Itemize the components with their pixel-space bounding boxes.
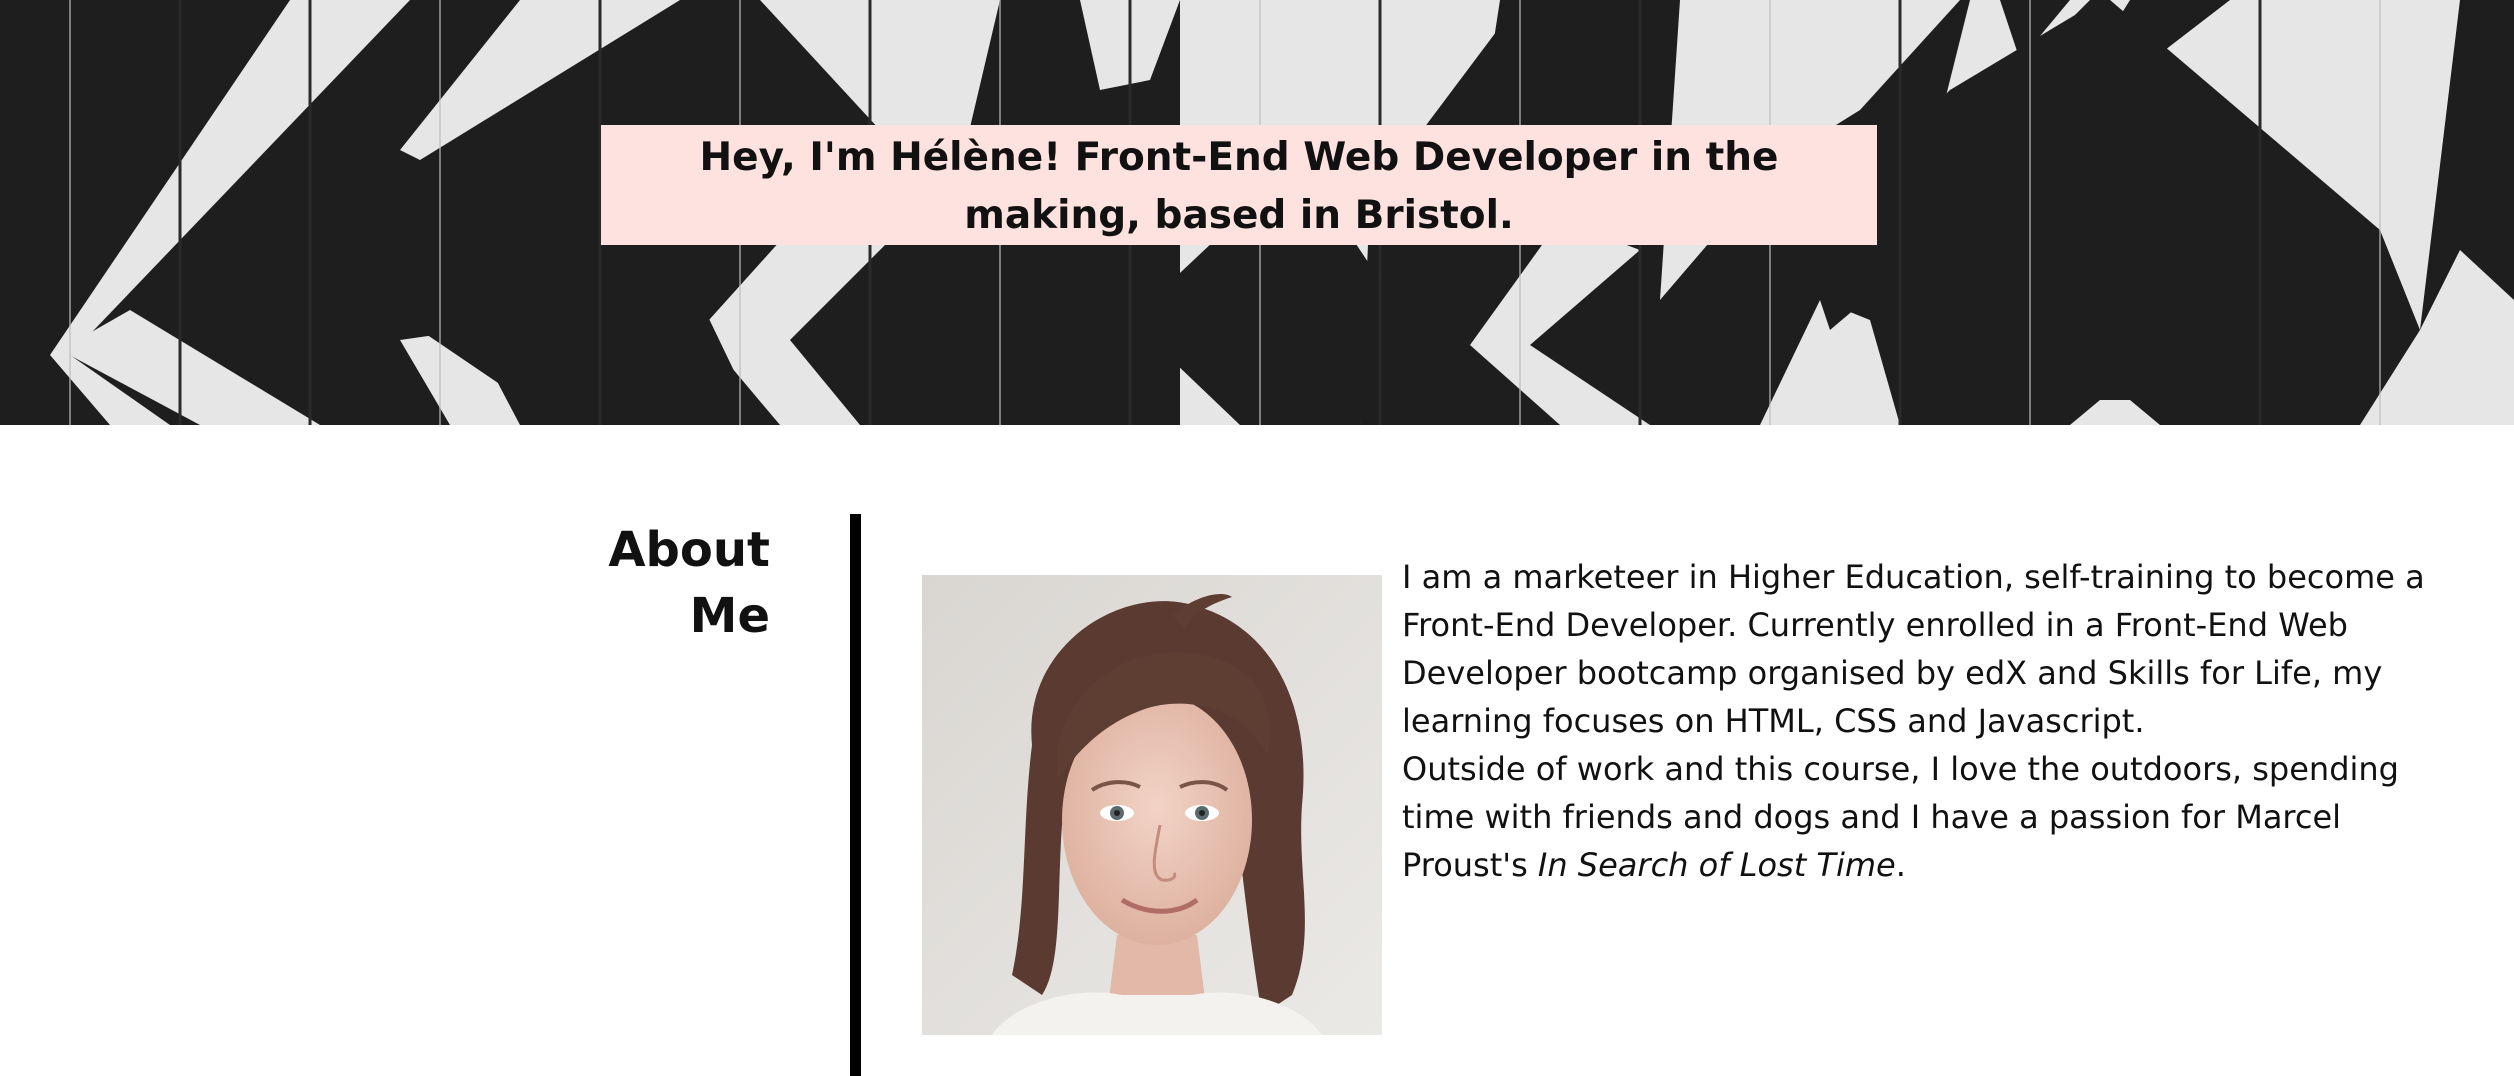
hero-title: Hey, I'm Hélène! Front-End Web Developer… [601, 125, 1877, 246]
about-paragraph-work: I am a marketeer in Higher Education, se… [1402, 558, 2425, 740]
hero-banner: Hey, I'm Hélène! Front-End Web Developer… [0, 0, 2514, 425]
about-paragraph-personal: Outside of work and this course, I love … [1402, 745, 2432, 889]
about-text: I am a marketeer in Higher Education, se… [1402, 553, 2432, 889]
about-paragraph-personal-end: . [1895, 846, 1906, 884]
profile-photo [922, 575, 1382, 1035]
book-title: In Search of Lost Time [1537, 846, 1896, 884]
profile-photo-image [922, 575, 1382, 1035]
section-divider [850, 514, 861, 1076]
about-heading: About Me [608, 522, 770, 644]
